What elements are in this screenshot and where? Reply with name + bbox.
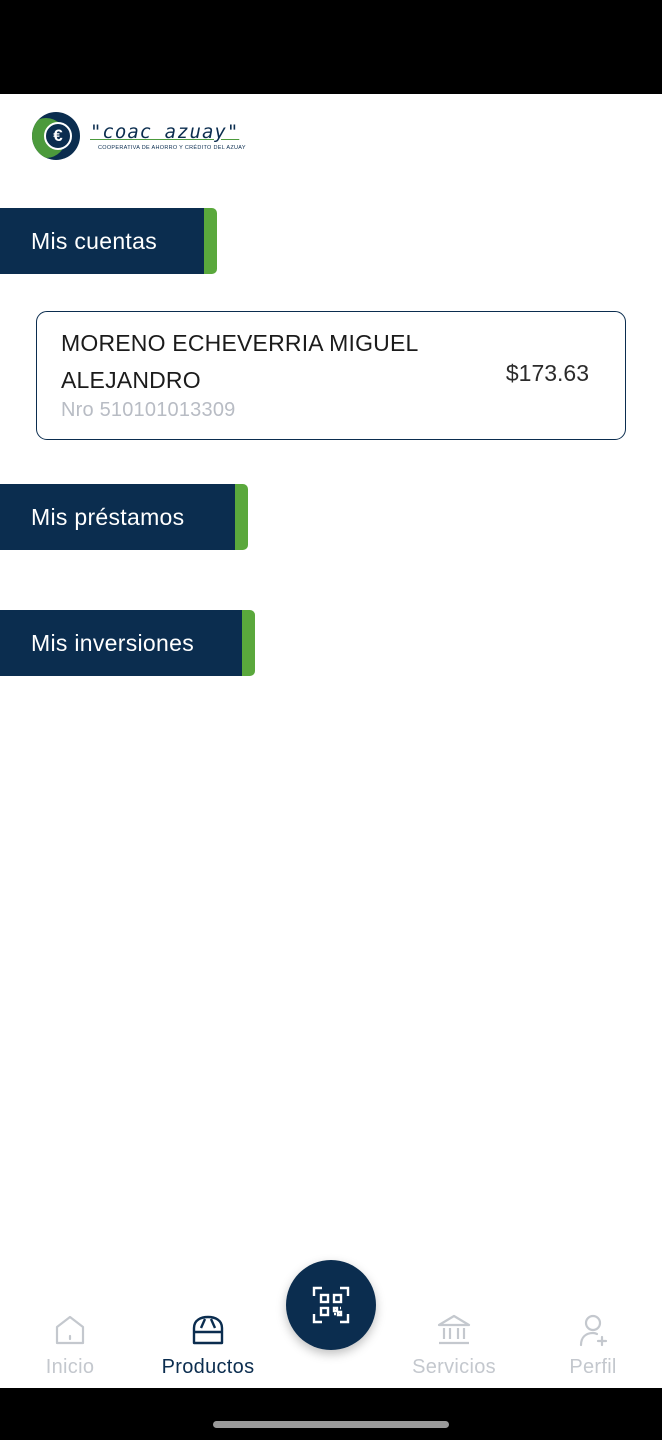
section-mis-inversiones[interactable]: Mis inversiones [0,610,255,676]
app-header: € "coac azuay" COOPERATIVA DE AHORRO Y C… [0,94,662,184]
home-icon [55,1315,85,1345]
nav-label: Inicio [45,1356,95,1378]
nav-item-productos[interactable]: Productos [138,1290,278,1388]
account-holder-name: MORENO ECHEVERRIA MIGUEL ALEJANDRO [61,330,418,393]
status-bar [0,0,662,94]
logo-name: "coac azuay" [90,121,240,143]
system-navigation-bar [0,1388,662,1440]
nav-label: Servicios [412,1356,496,1378]
home-gesture-bar[interactable] [213,1421,449,1428]
bank-icon [437,1314,471,1345]
products-bag-icon [192,1315,224,1345]
account-number: Nro 510101013309 [61,399,236,421]
account-card[interactable]: MORENO ECHEVERRIA MIGUEL ALEJANDRO Nro 5… [36,311,626,440]
coac-azuay-logo: € "coac azuay" COOPERATIVA DE AHORRO Y C… [32,112,246,160]
nav-label: Perfil [569,1356,617,1378]
nav-label: Productos [161,1356,255,1378]
logo-subtitle: COOPERATIVA DE AHORRO Y CRÉDITO DEL AZUA… [98,145,246,151]
euro-icon: € [44,122,72,150]
qr-scan-button[interactable] [286,1260,376,1350]
qr-code-icon [312,1286,350,1324]
nav-item-perfil[interactable]: Perfil [523,1290,662,1388]
logo-icon: € [32,112,80,160]
nav-item-inicio[interactable]: Inicio [0,1290,140,1388]
nav-item-servicios[interactable]: Servicios [384,1290,524,1388]
section-mis-cuentas[interactable]: Mis cuentas [0,208,217,274]
user-add-icon [579,1314,608,1347]
section-mis-prestamos[interactable]: Mis préstamos [0,484,248,550]
account-balance: $173.63 [505,360,589,386]
